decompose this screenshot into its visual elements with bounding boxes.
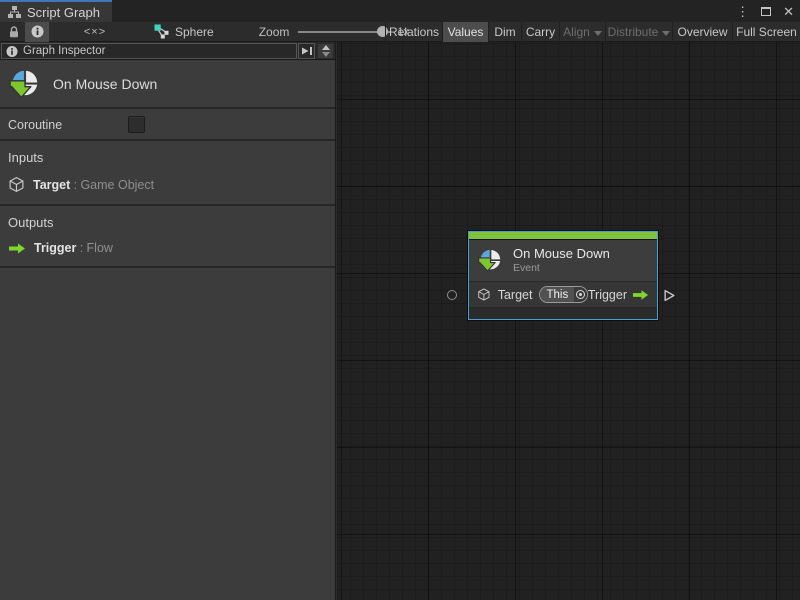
maximize-icon[interactable]: [761, 7, 771, 16]
node-output-port[interactable]: [663, 289, 676, 302]
output-row-trigger: Trigger : Flow: [8, 241, 335, 255]
full-screen-button[interactable]: Full Screen: [732, 22, 800, 42]
lock-button[interactable]: [3, 22, 25, 42]
code-icon: <×>: [84, 26, 106, 38]
outputs-section: Outputs Trigger : Flow: [0, 206, 335, 268]
chevron-down-icon: [662, 31, 670, 36]
input-row-target: Target : Game Object: [8, 176, 335, 193]
input-name: Target: [33, 178, 70, 192]
graph-canvas[interactable]: On Mouse Down Event Target This Trigger: [337, 42, 800, 600]
on-mouse-down-icon: [477, 247, 504, 274]
overview-button[interactable]: Overview: [672, 22, 732, 42]
info-icon: [31, 25, 44, 38]
dock-inspector-button[interactable]: [298, 43, 315, 59]
code-view-button[interactable]: <×>: [75, 22, 115, 42]
zoom-slider[interactable]: [298, 22, 390, 42]
outputs-heading: Outputs: [8, 215, 335, 230]
window-title-bar: Script Graph ⋮ ✕: [0, 0, 800, 22]
close-icon[interactable]: ✕: [783, 5, 794, 18]
target-value: This: [540, 287, 574, 302]
graph-inspector-panel: Graph Inspector On Mouse Down Coroutine …: [0, 42, 336, 600]
game-object-cube-icon: [477, 287, 491, 302]
arrow-up-icon: [322, 45, 330, 50]
node-title: On Mouse Down: [513, 246, 610, 262]
flow-arrow-icon[interactable]: [632, 289, 649, 301]
zoom-label: Zoom: [259, 25, 290, 39]
flow-arrow-icon: [8, 242, 26, 255]
graph-node-icon: [154, 24, 169, 39]
arrow-down-icon: [322, 52, 330, 57]
game-object-cube-icon: [8, 176, 25, 193]
object-picker-button[interactable]: [574, 287, 587, 302]
on-mouse-down-icon: [8, 67, 42, 101]
values-button[interactable]: Values: [442, 22, 488, 42]
carry-button[interactable]: Carry: [521, 22, 559, 42]
on-mouse-down-node[interactable]: On Mouse Down Event Target This Trigger: [468, 231, 658, 320]
tab-script-graph[interactable]: Script Graph: [0, 0, 112, 22]
inputs-heading: Inputs: [8, 150, 335, 165]
node-port-row: Target This Trigger: [469, 282, 657, 308]
align-dropdown[interactable]: Align: [559, 22, 605, 42]
node-accent-bar: [469, 232, 657, 240]
node-input-port[interactable]: [447, 290, 457, 300]
script-graph-icon: [8, 6, 21, 18]
colon: :: [80, 241, 83, 255]
distribute-dropdown[interactable]: Distribute: [605, 22, 672, 42]
object-picker-icon: [576, 290, 585, 299]
dim-button[interactable]: Dim: [488, 22, 521, 42]
node-subtitle: Event: [513, 262, 610, 275]
info-icon: [6, 45, 18, 58]
node-header[interactable]: On Mouse Down Event: [469, 240, 657, 282]
target-port-label: Target: [498, 288, 533, 302]
inspector-toggle-button[interactable]: [25, 22, 49, 42]
coroutine-row: Coroutine: [0, 109, 335, 141]
inputs-section: Inputs Target : Game Object: [0, 141, 335, 206]
node-footer: [469, 308, 657, 319]
tab-label: Script Graph: [27, 5, 100, 20]
colon: :: [74, 178, 77, 192]
inspector-scroll-spinner[interactable]: [317, 43, 334, 59]
window-menu-icon[interactable]: ⋮: [736, 5, 749, 18]
input-type: Game Object: [80, 178, 154, 192]
coroutine-checkbox[interactable]: [128, 116, 145, 133]
unit-header: On Mouse Down: [0, 60, 335, 109]
lock-icon: [8, 25, 20, 38]
target-value-field[interactable]: This: [539, 286, 587, 303]
trigger-port-label: Trigger: [588, 288, 627, 302]
graph-owner-button[interactable]: Sphere: [149, 22, 219, 42]
graph-inspector-header: Graph Inspector: [0, 42, 335, 60]
graph-inspector-titlebox: Graph Inspector: [1, 43, 297, 59]
graph-owner-label: Sphere: [175, 25, 214, 39]
unit-title: On Mouse Down: [53, 76, 157, 92]
output-type: Flow: [87, 241, 113, 255]
graph-toolbar: <×> Sphere Zoom 1x Relations Values Dim …: [0, 22, 800, 42]
output-name: Trigger: [34, 241, 76, 255]
relations-button[interactable]: Relations: [385, 22, 442, 42]
chevron-down-icon: [594, 31, 602, 36]
coroutine-label: Coroutine: [8, 118, 62, 132]
dock-panel-icon: [301, 45, 313, 57]
graph-inspector-title: Graph Inspector: [23, 45, 105, 57]
